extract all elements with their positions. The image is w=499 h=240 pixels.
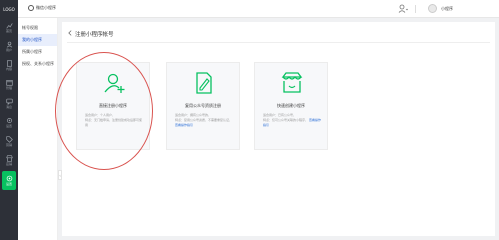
rail-item-users[interactable]: 用户 xyxy=(0,37,18,56)
rail-item-content[interactable]: 内容 xyxy=(0,56,18,75)
file-icon xyxy=(6,60,12,67)
subnav-item-authorized-miniprogram[interactable]: 授权、关系小程序 xyxy=(18,58,57,70)
gear-icon xyxy=(6,118,12,123)
rail-item-manage[interactable]: 管理 xyxy=(0,75,18,94)
rail-item-label: 内容 xyxy=(5,67,12,71)
tag-icon xyxy=(5,136,13,143)
settings-icon xyxy=(6,175,12,182)
shop-icon xyxy=(5,155,13,162)
miniprogram-icon xyxy=(28,5,34,11)
top-bar: 微信小程序 小程序 xyxy=(18,0,499,18)
avatar[interactable] xyxy=(428,4,437,13)
icon-rail: LOGO 首页 用户 内容 管理 消息 设置 营销 店铺 设置 xyxy=(0,0,18,240)
store-icon xyxy=(281,72,303,93)
divider xyxy=(415,5,416,13)
logo[interactable]: LOGO xyxy=(0,0,18,18)
rail-item-messages[interactable]: 消息 xyxy=(0,94,18,113)
rail-item-label: 营销 xyxy=(5,143,12,147)
card-reuse-official-account[interactable]: 复用公众号资质注册 适合用户：拥有公众号的， 特点：复用公众号资质，不需要重复认… xyxy=(166,62,240,150)
rail-item-config[interactable]: 设置 xyxy=(0,113,18,132)
chat-icon xyxy=(5,98,13,105)
brand-name: 微信小程序 xyxy=(36,5,56,10)
rail-item-label: 消息 xyxy=(5,105,12,109)
card-desc-text: 适合用户：已有公众号， 特点：仅可公众号关联的小程序， xyxy=(263,113,309,122)
person-icon[interactable] xyxy=(398,4,408,14)
rail-item-label: 管理 xyxy=(5,86,12,90)
page-title: 注册小程序帐号 xyxy=(75,32,114,38)
card-title: 复用公众号资质注册 xyxy=(185,103,221,108)
secondary-sidebar: 帐号权限 我的小程序 所属小程序 授权、关系小程序 xyxy=(18,18,58,240)
guide-link[interactable]: 查看操作指引 xyxy=(175,123,193,127)
rail-item-home[interactable]: 首页 xyxy=(0,18,18,37)
users-icon xyxy=(6,41,12,48)
rail-item-label: 用户 xyxy=(5,48,12,52)
subnav-item-account-permissions[interactable]: 帐号权限 xyxy=(18,22,57,34)
divider xyxy=(67,42,490,43)
brand[interactable]: 微信小程序 xyxy=(28,5,56,11)
rail-item-marketing[interactable]: 营销 xyxy=(0,132,18,151)
rail-item-label: 设置 xyxy=(5,182,12,186)
subnav-item-my-miniprogram[interactable]: 我的小程序 xyxy=(18,34,57,46)
rail-item-shop[interactable]: 店铺 xyxy=(0,151,18,170)
card-desc: 适合用户：拥有公众号的， 特点：复用公众号资质，不需要重复认证， 查看操作指引 xyxy=(175,113,233,128)
highlight-circle xyxy=(55,52,153,170)
card-desc: 适合用户：已有公众号， 特点：仅可公众号关联的小程序， 查看操作指引 xyxy=(263,113,321,128)
rail-item-label: 设置 xyxy=(5,124,12,128)
rail-item-label: 店铺 xyxy=(5,162,12,166)
app-window: LOGO 首页 用户 内容 管理 消息 设置 营销 店铺 设置 微信小程序 小程… xyxy=(0,0,499,240)
subnav-item-owned-miniprogram[interactable]: 所属小程序 xyxy=(18,46,57,58)
card-quick-create[interactable]: 快速创建小程序 适合用户：已有公众号， 特点：仅可公众号关联的小程序， 查看操作… xyxy=(254,62,328,150)
chart-icon xyxy=(5,23,13,29)
calendar-icon xyxy=(5,80,13,86)
username[interactable]: 小程序 xyxy=(441,6,453,12)
rail-item-settings[interactable]: 设置 xyxy=(2,171,16,190)
rail-item-label: 首页 xyxy=(5,29,12,33)
card-title: 快速创建小程序 xyxy=(277,103,305,108)
document-edit-icon xyxy=(196,72,212,94)
back-arrow-icon[interactable] xyxy=(67,30,73,36)
card-desc-text: 适合用户：拥有公众号的， 特点：复用公众号资质，不需要重复认证， xyxy=(175,113,233,122)
